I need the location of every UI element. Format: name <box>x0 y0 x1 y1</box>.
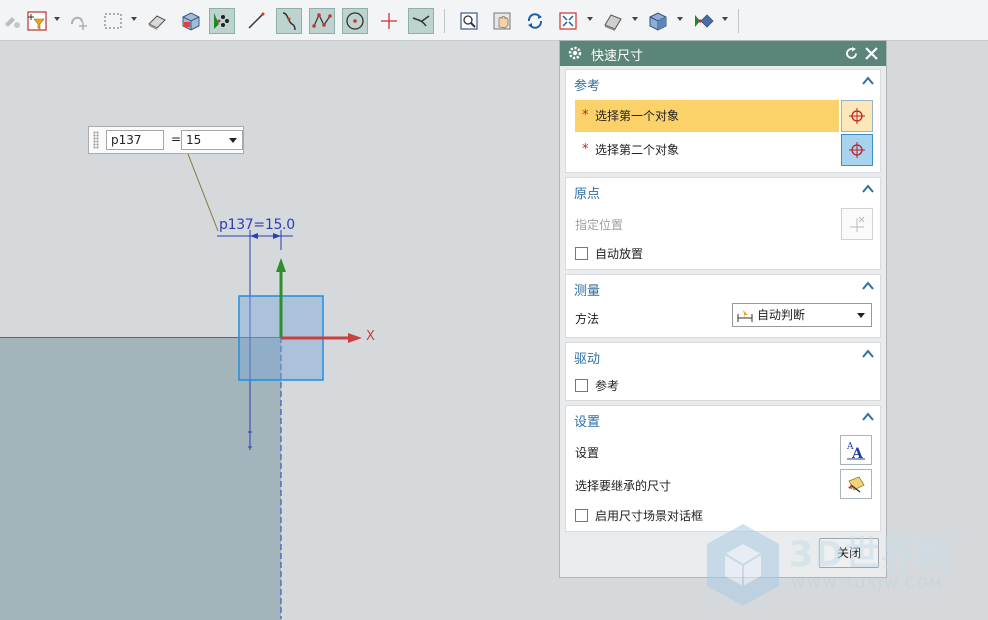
checkbox-box[interactable] <box>575 247 588 260</box>
crosshair-select-button-1[interactable] <box>841 100 873 132</box>
toolbar-separator <box>738 9 739 33</box>
specify-position-button[interactable] <box>841 208 873 240</box>
dim-arrow-left <box>250 233 258 239</box>
sketch-geometry <box>187 153 362 619</box>
select-second-object-label: 选择第二个对象 <box>595 143 680 157</box>
inherit-icon <box>848 476 865 493</box>
method-value: 自动判断 <box>757 308 806 322</box>
settings-header[interactable]: 设置 <box>574 411 600 430</box>
dialog-title-bar[interactable]: 快速尺寸 <box>560 41 886 66</box>
dimension-annotation[interactable]: p137=15.0 <box>219 217 295 233</box>
settings-label: 设置 <box>575 446 600 460</box>
drive-reference-label: 参考 <box>595 379 620 393</box>
text-style-icon: AA <box>846 442 865 461</box>
watermark: 3D世界网 WWW.3DSJW.COM <box>703 522 973 612</box>
orient-dropdown-caret[interactable] <box>722 17 728 21</box>
chevron-up-icon[interactable] <box>862 184 874 194</box>
chevron-up-icon[interactable] <box>862 281 874 291</box>
auto-place-checkbox[interactable]: 自动放置 <box>575 245 643 262</box>
reference-group: 参考 * 选择第一个对象 * 选择第二个对象 <box>565 69 881 173</box>
dialog-title: 快速尺寸 <box>591 49 644 64</box>
x-axis-label: X <box>366 329 375 344</box>
auto-infer-icon <box>737 310 753 322</box>
measure-header[interactable]: 测量 <box>574 280 600 299</box>
drive-group: 驱动 参考 <box>565 342 881 401</box>
chevron-up-icon[interactable] <box>862 412 874 422</box>
method-combo[interactable]: 自动判断 <box>732 303 872 327</box>
crosshair-icon <box>849 108 865 124</box>
dimension-value-combo[interactable]: 15 <box>181 130 243 150</box>
auto-place-label: 自动放置 <box>595 247 644 261</box>
origin-header[interactable]: 原点 <box>574 183 600 202</box>
render-dropdown-caret[interactable] <box>632 17 638 21</box>
enable-scene-dialog-checkbox[interactable]: 启用尺寸场景对话框 <box>575 507 703 524</box>
drive-header[interactable]: 驱动 <box>574 348 600 367</box>
select-first-object-row[interactable]: * 选择第一个对象 <box>575 100 839 132</box>
select-second-object-row[interactable]: * 选择第二个对象 <box>575 134 839 166</box>
watermark-logo <box>707 524 779 606</box>
chevron-up-icon[interactable] <box>862 76 874 86</box>
checkbox-box[interactable] <box>575 509 588 522</box>
measure-group: 测量 方法 自动判断 <box>565 274 881 338</box>
dim-arrow-right <box>273 233 281 239</box>
reference-header[interactable]: 参考 <box>574 75 600 94</box>
drag-handle[interactable] <box>93 131 99 149</box>
select-first-object-label: 选择第一个对象 <box>595 109 680 123</box>
cube-dropdown-caret[interactable] <box>677 17 683 21</box>
quick-dimension-dialog: 快速尺寸 参考 * 选择第一个对象 * 选择第二个对象 原点 指定位置 自动放置… <box>559 40 887 578</box>
shaded-cube-icon[interactable] <box>645 8 671 34</box>
chevron-down-icon <box>857 313 865 318</box>
settings-group: 设置 设置 AA 选择要继承的尺寸 启用尺寸场景对话框 <box>565 405 881 532</box>
view-orient-icon[interactable] <box>690 8 716 34</box>
watermark-brand: 3D世界网 <box>789 535 953 575</box>
chevron-up-icon[interactable] <box>862 349 874 359</box>
checkbox-box[interactable] <box>575 379 588 392</box>
dimension-name-field[interactable]: p137 <box>106 130 164 150</box>
enable-scene-dialog-label: 启用尺寸场景对话框 <box>595 509 704 523</box>
drive-reference-checkbox[interactable]: 参考 <box>575 377 619 394</box>
render-style-icon[interactable] <box>600 8 626 34</box>
watermark-url: WWW.3DSJW.COM <box>791 576 944 592</box>
zoom-dropdown-caret[interactable] <box>587 17 593 21</box>
leader-line <box>187 153 219 232</box>
crosshair-icon <box>849 142 865 158</box>
origin-group: 原点 指定位置 自动放置 <box>565 177 881 270</box>
dimension-value-text: 15 <box>186 133 202 147</box>
text-settings-button[interactable]: AA <box>840 435 872 465</box>
reset-icon[interactable] <box>844 46 859 61</box>
inherit-dimension-button[interactable] <box>840 469 872 499</box>
required-marker: * <box>582 108 589 123</box>
inherit-dimension-label: 选择要继承的尺寸 <box>575 479 672 493</box>
crosshair-select-button-2[interactable] <box>841 134 873 166</box>
chevron-down-icon <box>229 138 237 143</box>
method-label: 方法 <box>575 312 600 326</box>
gear-icon[interactable] <box>567 45 583 61</box>
dimension-input-box: p137 = 15 <box>88 126 244 154</box>
equals-sign: = <box>171 132 182 146</box>
required-marker: * <box>582 142 589 157</box>
close-icon[interactable] <box>864 46 879 61</box>
specify-position-label: 指定位置 <box>575 218 624 232</box>
position-icon <box>850 216 865 232</box>
